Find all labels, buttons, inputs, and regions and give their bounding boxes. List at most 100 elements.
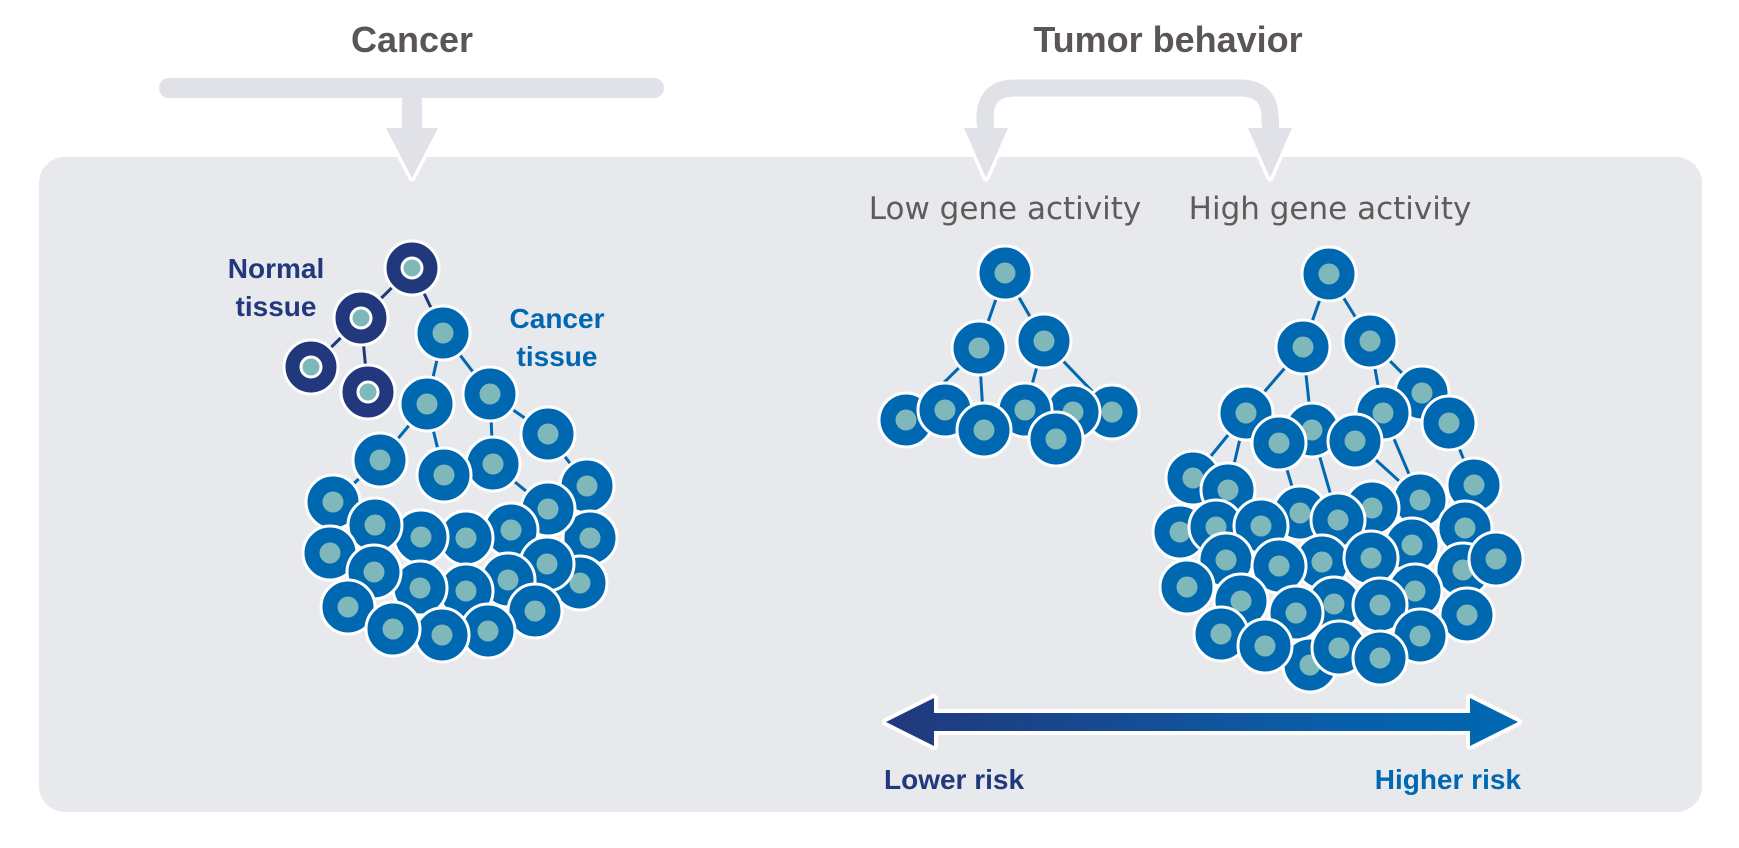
nucleus (1285, 602, 1307, 624)
cancer-cell (414, 304, 472, 362)
nucleus (479, 383, 501, 405)
tumor-cell (976, 244, 1034, 302)
nucleus (1169, 521, 1191, 543)
nucleus (497, 569, 519, 591)
nucleus (1230, 590, 1252, 612)
tumor-cell (955, 401, 1013, 459)
nucleus (1359, 330, 1381, 352)
high-arrow-neck (1262, 118, 1279, 134)
nucleus (1176, 576, 1198, 598)
nucleus (1289, 502, 1311, 524)
nucleus (1215, 549, 1237, 571)
nucleus (1292, 336, 1314, 358)
nucleus (1372, 402, 1394, 424)
tumor-cell (1326, 412, 1384, 470)
nucleus (337, 596, 359, 618)
nucleus (1328, 637, 1350, 659)
normal-cell (383, 239, 441, 297)
nucleus (524, 600, 546, 622)
label-normal-tissue-line2: tissue (236, 291, 317, 322)
nucleus (1250, 515, 1272, 537)
nucleus (1409, 489, 1431, 511)
nucleus (1033, 330, 1055, 352)
nucleus (1409, 625, 1431, 647)
nucleus (1463, 474, 1485, 496)
tumor-cell (1300, 245, 1358, 303)
nucleus (477, 620, 499, 642)
nucleus (1318, 263, 1340, 285)
heading-tumor-behavior: Tumor behavior (1033, 19, 1302, 60)
tumor-cell (1351, 629, 1409, 687)
cancer-cell (364, 600, 422, 658)
nucleus (432, 322, 454, 344)
nucleus (356, 380, 380, 404)
tumor-cell (1341, 312, 1399, 370)
cancer-cell (519, 405, 577, 463)
nucleus (1323, 593, 1345, 615)
nucleus (455, 527, 477, 549)
nucleus (1327, 509, 1349, 531)
tumor-cell (1274, 318, 1332, 376)
tumor-cell (1027, 410, 1085, 468)
nucleus (322, 491, 344, 513)
nucleus (537, 423, 559, 445)
nucleus (1235, 402, 1257, 424)
nucleus (973, 419, 995, 441)
nucleus (934, 399, 956, 421)
cancer-arrow-neck (402, 120, 422, 134)
nucleus (1456, 604, 1478, 626)
nucleus (1454, 517, 1476, 539)
tumor-cell (1236, 617, 1294, 675)
nucleus (1210, 623, 1232, 645)
nucleus (382, 618, 404, 640)
tumor-cell (1015, 312, 1073, 370)
nucleus (410, 526, 432, 548)
cancer-cell (415, 446, 473, 504)
nucleus (968, 337, 990, 359)
normal-cell (282, 338, 340, 396)
label-normal-tissue-line1: Normal (228, 253, 324, 284)
nucleus (1369, 647, 1391, 669)
tumor-cell (1158, 558, 1216, 616)
tumor-cell (1467, 530, 1525, 588)
nucleus (363, 561, 385, 583)
nucleus (1268, 432, 1290, 454)
nucleus (349, 306, 373, 330)
nucleus (1344, 430, 1366, 452)
normal-cell (332, 289, 390, 347)
cancer-cell (461, 365, 519, 423)
label-cancer-tissue-line1: Cancer (510, 303, 605, 334)
nucleus (319, 542, 341, 564)
label-cancer-tissue-line2: tissue (517, 341, 598, 372)
tumor-cell (950, 319, 1008, 377)
nucleus (299, 355, 323, 379)
nucleus (895, 409, 917, 431)
nucleus (369, 449, 391, 471)
cancer-cell (351, 431, 409, 489)
cancer-cell (398, 375, 456, 433)
cancer-cell (464, 435, 522, 493)
heading-cancer: Cancer (351, 19, 473, 60)
nucleus (1311, 551, 1333, 573)
tumor-cell (1420, 394, 1478, 452)
nucleus (433, 464, 455, 486)
nucleus (1045, 428, 1067, 450)
low-arrow-neck (977, 118, 994, 134)
nucleus (431, 624, 453, 646)
normal-cell (339, 363, 397, 421)
nucleus (1268, 555, 1290, 577)
nucleus (1254, 635, 1276, 657)
nucleus (536, 553, 558, 575)
nucleus (1438, 412, 1460, 434)
nucleus (1485, 548, 1507, 570)
nucleus (400, 256, 424, 280)
nucleus (482, 453, 504, 475)
risk-label-lower: Lower risk (884, 764, 1024, 795)
tumor-behavior-bracket (976, 79, 1279, 132)
nucleus (579, 527, 601, 549)
tumor-cell (1342, 529, 1400, 587)
nucleus (416, 393, 438, 415)
nucleus (1369, 594, 1391, 616)
nucleus (1360, 547, 1382, 569)
cancer-cell (413, 606, 471, 664)
